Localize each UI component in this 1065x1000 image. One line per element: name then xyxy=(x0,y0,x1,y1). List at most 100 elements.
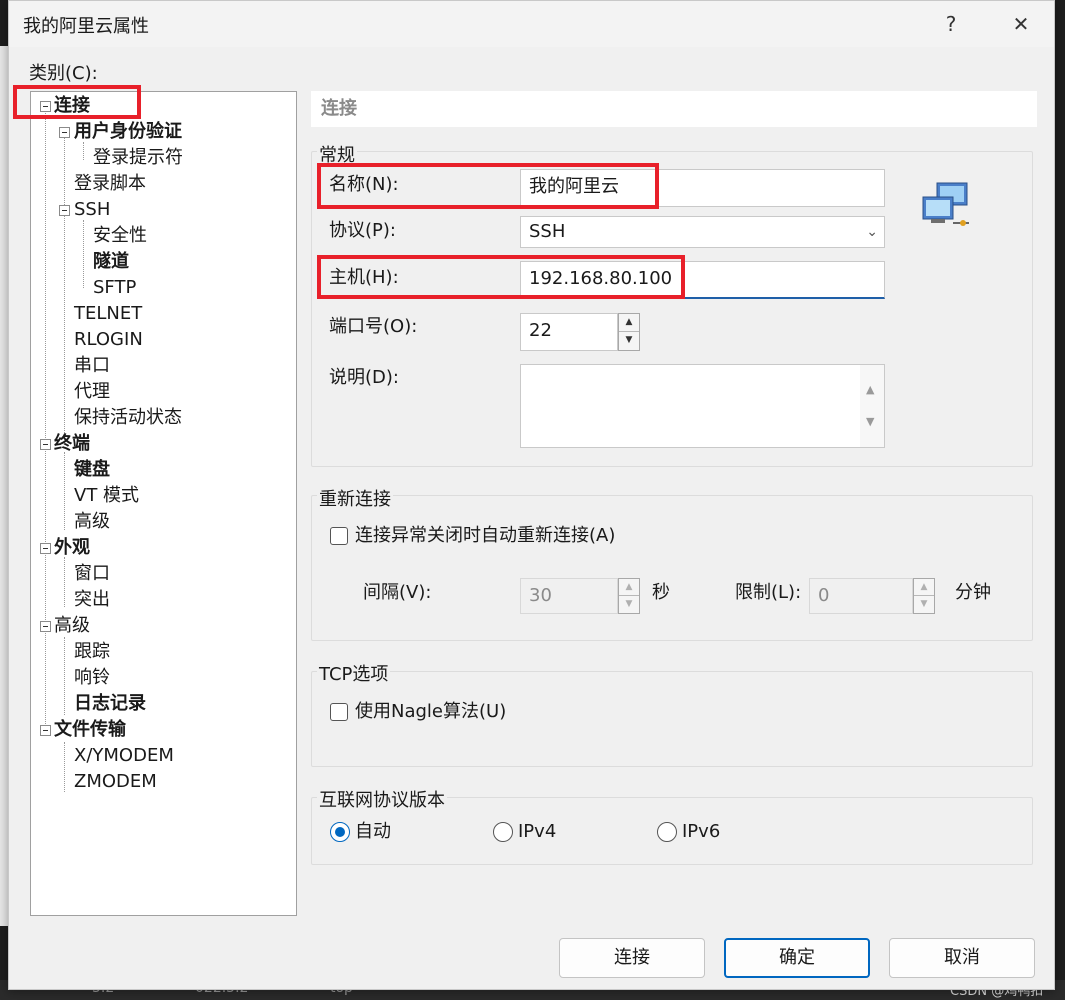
tree-item-telnet[interactable]: TELNET xyxy=(74,302,142,326)
network-icon xyxy=(922,182,969,226)
tree-item-label: 代理 xyxy=(74,381,110,402)
panel-header: 连接 xyxy=(311,91,1037,127)
tree-item-login-script[interactable]: 登录脚本 xyxy=(74,172,146,196)
title-bar[interactable]: 我的阿里云属性 ? ✕ xyxy=(9,1,1054,47)
tree-item-label: VT 模式 xyxy=(74,485,140,506)
tree-item-tunnels[interactable]: 隧道 xyxy=(93,250,129,274)
arrow-up-icon[interactable]: ▲ xyxy=(914,579,934,596)
interval-stepper[interactable]: ▲ ▼ xyxy=(618,578,640,614)
ipv4-label[interactable]: IPv4 xyxy=(518,820,556,844)
collapse-icon[interactable] xyxy=(40,621,51,632)
tree-item-label: 键盘 xyxy=(74,459,110,480)
tree-item-connection[interactable]: 连接 xyxy=(54,94,90,118)
tree-item-terminal-advanced[interactable]: 高级 xyxy=(74,510,110,534)
tree-item-proxy[interactable]: 代理 xyxy=(74,380,110,404)
tree-item-login-prompts[interactable]: 登录提示符 xyxy=(93,146,183,170)
close-icon[interactable]: ✕ xyxy=(999,7,1043,41)
arrow-up-icon[interactable]: ▲ xyxy=(619,314,639,332)
cancel-button[interactable]: 取消 xyxy=(889,938,1035,978)
auto-reconnect-checkbox[interactable] xyxy=(330,527,348,545)
tree-connector xyxy=(45,110,46,730)
ip-auto-radio[interactable] xyxy=(330,822,350,842)
tree-item-trace[interactable]: 跟踪 xyxy=(74,640,110,664)
collapse-icon[interactable] xyxy=(59,205,70,216)
tree-item-label: 高级 xyxy=(54,615,90,636)
help-icon[interactable]: ? xyxy=(929,7,973,41)
tree-item-label: X/YMODEM xyxy=(74,745,174,766)
tree-item-appearance[interactable]: 外观 xyxy=(54,536,90,560)
description-scrollbar[interactable]: ▲ ▼ xyxy=(860,365,884,447)
tree-item-keepalive[interactable]: 保持活动状态 xyxy=(74,406,182,430)
tree-item-ssh[interactable]: SSH xyxy=(74,198,110,222)
collapse-icon[interactable] xyxy=(59,127,70,138)
collapse-icon[interactable] xyxy=(40,439,51,450)
tree-connector xyxy=(64,557,65,607)
port-label: 端口号(O): xyxy=(329,316,418,337)
nagle-checkbox[interactable] xyxy=(330,703,348,721)
session-properties-dialog: 我的阿里云属性 ? ✕ 类别(C): 连接 用户身份验证 登录提示符 登录脚本 … xyxy=(8,0,1055,990)
tree-item-label: 保持活动状态 xyxy=(74,407,182,428)
nagle-label[interactable]: 使用Nagle算法(U) xyxy=(355,700,506,724)
tree-connector xyxy=(64,637,65,715)
category-tree[interactable]: 连接 用户身份验证 登录提示符 登录脚本 SSH 安全性 隧道 SFTP TEL… xyxy=(30,91,297,916)
tree-connector xyxy=(64,452,65,530)
tree-connector xyxy=(83,142,84,160)
chevron-down-icon[interactable]: ⌄ xyxy=(866,217,878,247)
tree-item-serial[interactable]: 串口 xyxy=(74,354,110,378)
scroll-up-icon[interactable]: ▲ xyxy=(866,373,874,407)
dialog-title: 我的阿里云属性 xyxy=(23,16,149,37)
tree-item-sftp[interactable]: SFTP xyxy=(93,276,136,300)
scroll-down-icon[interactable]: ▼ xyxy=(866,405,874,439)
arrow-down-icon[interactable]: ▼ xyxy=(619,332,639,350)
collapse-icon[interactable] xyxy=(40,725,51,736)
tree-item-label: RLOGIN xyxy=(74,329,143,350)
category-label: 类别(C): xyxy=(29,63,98,84)
ipv6-label[interactable]: IPv6 xyxy=(682,820,720,844)
tree-item-vt-mode[interactable]: VT 模式 xyxy=(74,484,139,508)
tree-item-highlight[interactable]: 突出 xyxy=(74,588,110,612)
tree-item-zmodem[interactable]: ZMODEM xyxy=(74,770,157,794)
tree-item-logging[interactable]: 日志记录 xyxy=(74,692,146,716)
tree-connector xyxy=(64,742,65,792)
port-field[interactable]: 22 xyxy=(520,313,618,351)
auto-reconnect-label[interactable]: 连接异常关闭时自动重新连接(A) xyxy=(355,524,615,548)
general-group-title: 常规 xyxy=(317,141,357,167)
interval-label: 间隔(V): xyxy=(363,582,432,603)
ipv6-radio[interactable] xyxy=(657,822,677,842)
protocol-select[interactable]: SSH ⌄ xyxy=(520,216,885,248)
tree-item-label: 隧道 xyxy=(93,251,129,272)
arrow-up-icon[interactable]: ▲ xyxy=(619,579,639,596)
reconnect-group-title: 重新连接 xyxy=(317,485,393,511)
description-textarea[interactable]: ▲ ▼ xyxy=(520,364,885,448)
tree-item-label: 高级 xyxy=(74,511,110,532)
ip-auto-label[interactable]: 自动 xyxy=(355,820,391,844)
tree-item-security[interactable]: 安全性 xyxy=(93,224,147,248)
tree-item-bell[interactable]: 响铃 xyxy=(74,666,110,690)
arrow-down-icon[interactable]: ▼ xyxy=(914,596,934,613)
collapse-icon[interactable] xyxy=(40,101,51,112)
host-field[interactable]: 192.168.80.100 xyxy=(520,261,885,299)
ok-button[interactable]: 确定 xyxy=(724,938,870,978)
tree-item-terminal[interactable]: 终端 xyxy=(54,432,90,456)
tree-item-advanced[interactable]: 高级 xyxy=(54,614,90,638)
port-stepper[interactable]: ▲ ▼ xyxy=(618,313,640,351)
tree-item-window[interactable]: 窗口 xyxy=(74,562,110,586)
description-label: 说明(D): xyxy=(329,367,399,388)
tree-item-label: SFTP xyxy=(93,277,137,298)
collapse-icon[interactable] xyxy=(40,543,51,554)
arrow-down-icon[interactable]: ▼ xyxy=(619,596,639,613)
limit-field[interactable]: 0 xyxy=(809,578,913,614)
tree-item-label: 串口 xyxy=(74,355,110,376)
tree-item-file-transfer[interactable]: 文件传输 xyxy=(54,718,126,742)
connect-button[interactable]: 连接 xyxy=(559,938,705,978)
tree-item-rlogin[interactable]: RLOGIN xyxy=(74,328,143,352)
host-label: 主机(H): xyxy=(329,267,399,288)
tree-item-authentication[interactable]: 用户身份验证 xyxy=(74,120,182,144)
limit-stepper[interactable]: ▲ ▼ xyxy=(913,578,935,614)
ipv4-radio[interactable] xyxy=(493,822,513,842)
tree-item-xymodem[interactable]: X/YMODEM xyxy=(74,744,174,768)
name-field[interactable]: 我的阿里云 xyxy=(520,169,885,207)
tree-item-label: 登录脚本 xyxy=(74,173,146,194)
tree-item-keyboard[interactable]: 键盘 xyxy=(74,458,110,482)
interval-field[interactable]: 30 xyxy=(520,578,618,614)
